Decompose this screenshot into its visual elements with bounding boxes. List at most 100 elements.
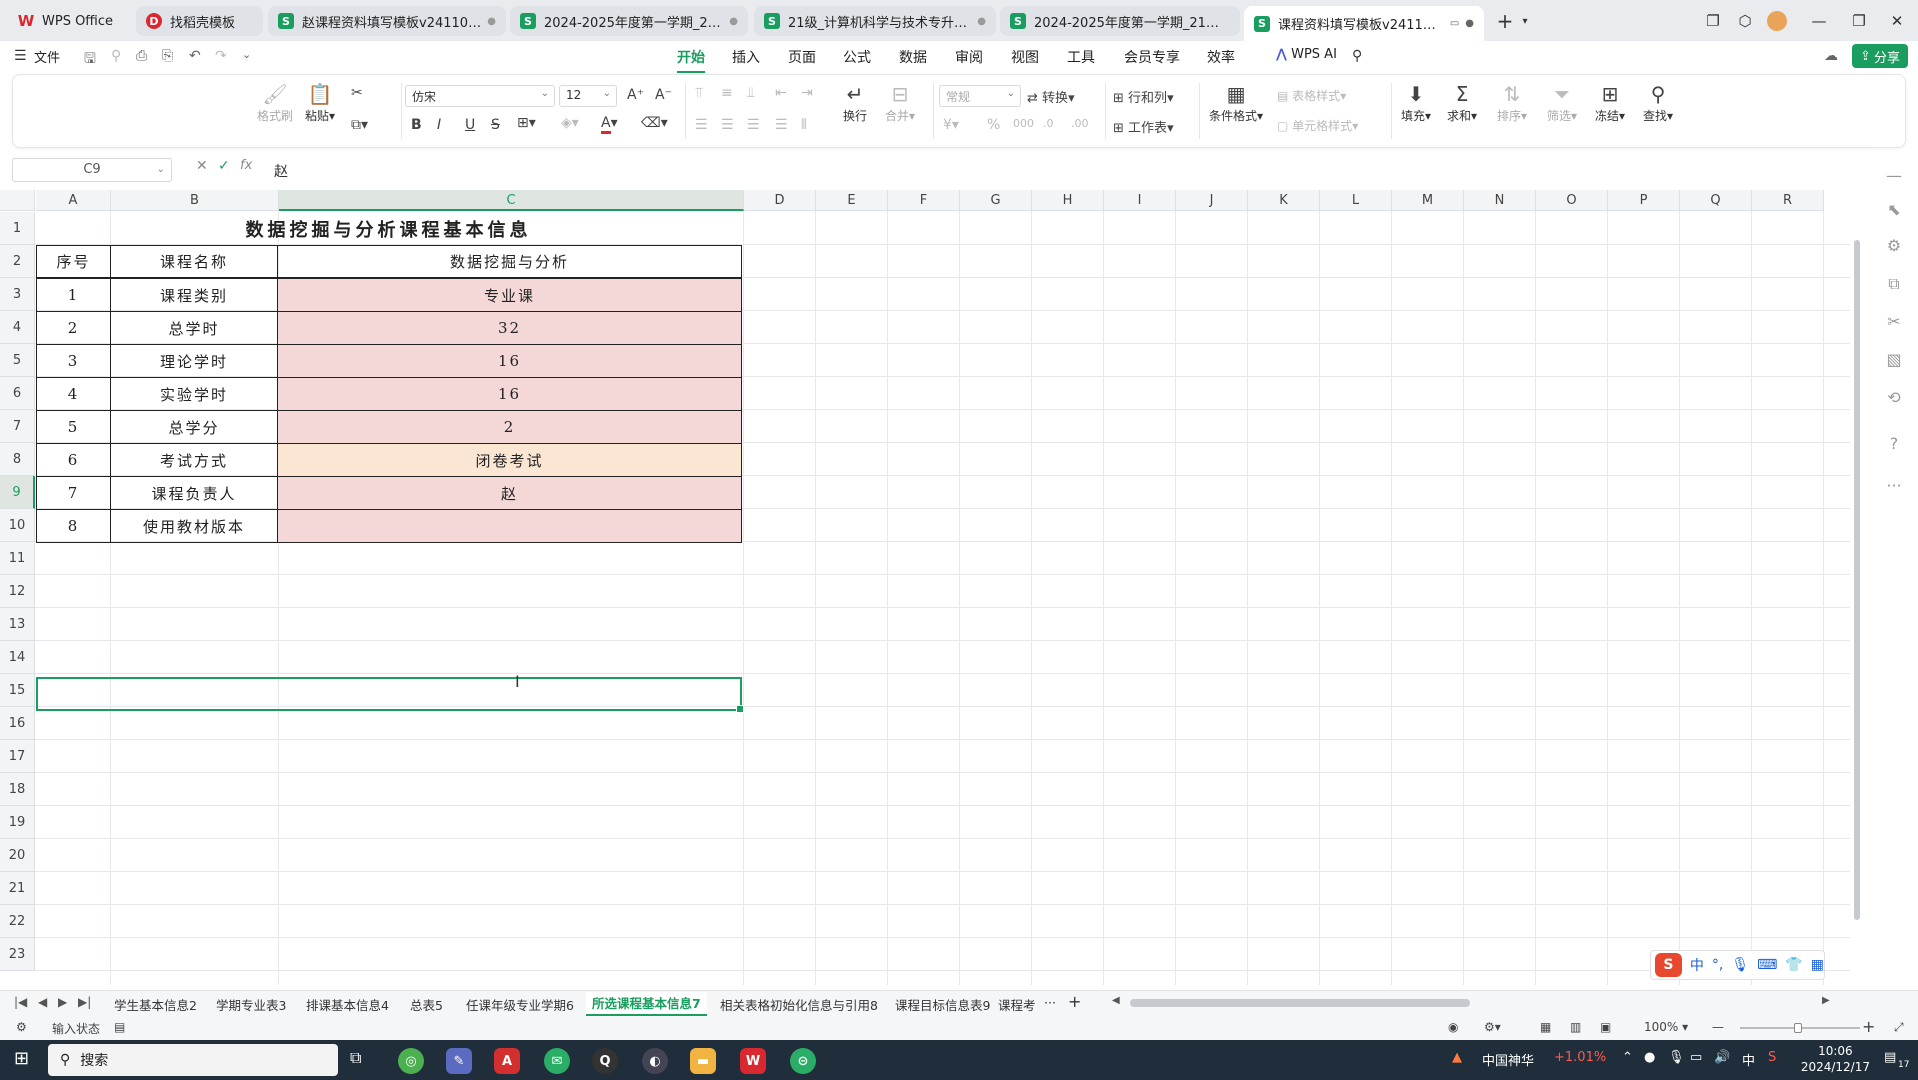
- sheet-tab[interactable]: 任课年级专业学期6: [466, 995, 574, 1014]
- align-top-icon[interactable]: ⫪: [695, 85, 703, 101]
- align-left-icon[interactable]: ☰: [695, 117, 708, 133]
- fill-button[interactable]: ⬇ 填充▾: [1401, 81, 1431, 124]
- row-header-14[interactable]: 14: [0, 641, 35, 674]
- column-header-c[interactable]: C: [279, 190, 744, 211]
- first-sheet-icon[interactable]: |◀: [14, 995, 27, 1009]
- next-sheet-icon[interactable]: ▶: [58, 995, 67, 1009]
- add-sheet-button[interactable]: +: [1068, 992, 1081, 1011]
- prev-sheet-icon[interactable]: ◀: [38, 995, 47, 1009]
- cell-field-name[interactable]: 考试方式: [110, 443, 278, 477]
- menu-file[interactable]: 文件: [34, 47, 60, 66]
- fill-color-icon[interactable]: ◈▾: [561, 115, 579, 131]
- wrap-text-button[interactable]: ↵ 换行: [843, 81, 867, 124]
- menu-efficiency[interactable]: 效率: [1207, 47, 1235, 67]
- column-header-i[interactable]: I: [1104, 190, 1176, 211]
- rows-cols-button[interactable]: ⊞ 行和列▾: [1113, 87, 1174, 106]
- help-icon[interactable]: ?: [1884, 434, 1904, 454]
- decrease-font-icon[interactable]: A⁻: [655, 87, 672, 103]
- indent-decrease-icon[interactable]: ⇤: [775, 85, 787, 101]
- vertical-scrollbar[interactable]: [1850, 210, 1864, 990]
- view-settings-icon[interactable]: ⚙▾: [1484, 1020, 1501, 1034]
- microphone-icon[interactable]: 🎙: [1731, 957, 1749, 973]
- row-header-22[interactable]: 22: [0, 905, 35, 938]
- scroll-left-icon[interactable]: ◀: [1112, 995, 1120, 1006]
- row-header-5[interactable]: 5: [0, 344, 35, 377]
- stock-name[interactable]: 中国神华: [1482, 1050, 1534, 1069]
- column-header-n[interactable]: N: [1464, 190, 1536, 211]
- notification-icon[interactable]: ▤: [1884, 1050, 1896, 1065]
- confirm-edit-icon[interactable]: ✓: [218, 158, 230, 174]
- freeze-button[interactable]: ⊞ 冻结▾: [1595, 81, 1625, 124]
- sheet-tab[interactable]: 排课基本信息4: [306, 995, 389, 1014]
- last-sheet-icon[interactable]: ▶|: [78, 995, 91, 1009]
- tab-document[interactable]: S 赵课程资料填写模板v241103.xlsm ●: [268, 6, 506, 36]
- row-header-16[interactable]: 16: [0, 707, 35, 740]
- more-options-icon[interactable]: ···: [1884, 476, 1904, 496]
- cell-field-value[interactable]: 32: [277, 311, 742, 345]
- page-break-view-icon[interactable]: ▣: [1600, 1020, 1611, 1034]
- qq-icon[interactable]: Q: [592, 1048, 618, 1074]
- stock-icon[interactable]: ▲: [1452, 1050, 1462, 1065]
- table-style-button[interactable]: ▤ 表格样式▾: [1277, 87, 1346, 104]
- settings-sliders-icon[interactable]: ⚙: [1884, 236, 1904, 256]
- undo-icon[interactable]: ↶: [189, 48, 201, 64]
- find-button[interactable]: ⚲ 查找▾: [1643, 81, 1673, 124]
- row-header-1[interactable]: 1: [0, 212, 35, 245]
- print-preview-icon[interactable]: ⎘: [162, 48, 173, 64]
- redo-icon[interactable]: ↷: [215, 48, 227, 64]
- column-header-g[interactable]: G: [960, 190, 1032, 211]
- align-center-icon[interactable]: ☰: [721, 117, 734, 133]
- zoom-slider[interactable]: [1740, 1023, 1860, 1033]
- eye-protection-icon[interactable]: ◉: [1448, 1020, 1458, 1034]
- column-header-a[interactable]: A: [36, 190, 111, 211]
- fullscreen-icon[interactable]: ⤢: [1894, 1020, 1904, 1035]
- header-course-value[interactable]: 数据挖掘与分析: [277, 245, 742, 278]
- cell-field-value[interactable]: 闭卷考试: [277, 443, 742, 477]
- close-icon[interactable]: ✕: [1884, 8, 1910, 34]
- sum-button[interactable]: Σ 求和▾: [1447, 81, 1477, 124]
- stock-change[interactable]: +1.01%: [1554, 1050, 1606, 1065]
- macro-icon[interactable]: ⚙: [16, 1020, 27, 1034]
- cell-field-value[interactable]: 16: [277, 377, 742, 411]
- tab-document[interactable]: S 21级_计算机科学与技术专升本_数 ●: [754, 6, 996, 36]
- skin-icon[interactable]: 👕: [1785, 957, 1802, 973]
- cell-seq[interactable]: 7: [36, 476, 111, 510]
- sheet-tab[interactable]: 课程目标信息表9: [895, 995, 990, 1014]
- minimize-icon[interactable]: —: [1806, 8, 1832, 34]
- cell-field-value[interactable]: 赵: [277, 476, 742, 510]
- strikethrough-icon[interactable]: S: [491, 117, 500, 133]
- avatar[interactable]: [1764, 8, 1790, 34]
- cell-field-name[interactable]: 总学分: [110, 410, 278, 444]
- comment-icon[interactable]: ⧉: [1884, 274, 1904, 294]
- column-header-o[interactable]: O: [1536, 190, 1608, 211]
- ime-punctuation[interactable]: °,: [1712, 957, 1723, 973]
- row-header-11[interactable]: 11: [0, 542, 35, 575]
- chrome-icon[interactable]: ◎: [398, 1048, 424, 1074]
- taskbar-search[interactable]: ⚲ 搜索: [48, 1044, 338, 1076]
- cell-field-name[interactable]: 理论学时: [110, 344, 278, 378]
- percent-icon[interactable]: %: [987, 117, 1000, 133]
- normal-view-icon[interactable]: ▦: [1540, 1020, 1551, 1034]
- row-header-19[interactable]: 19: [0, 806, 35, 839]
- microphone-icon[interactable]: 🎙: [1668, 1050, 1685, 1065]
- column-header-e[interactable]: E: [816, 190, 888, 211]
- cell-seq[interactable]: 2: [36, 311, 111, 345]
- spreadsheet-grid[interactable]: ABCDEFGHIJKLMNOPQR 1 2 3 4 5 6 7 8 9 10 11 12 13 14 15…: [0, 190, 1850, 985]
- cell-field-name[interactable]: 实验学时: [110, 377, 278, 411]
- wechat-icon[interactable]: ✉: [544, 1048, 570, 1074]
- wps-taskbar-icon[interactable]: W: [740, 1048, 766, 1074]
- horizontal-scroll-thumb[interactable]: [1130, 999, 1470, 1007]
- cell-field-value[interactable]: 16: [277, 344, 742, 378]
- font-color-icon[interactable]: A▾: [601, 115, 618, 134]
- increase-decimal-icon[interactable]: .0: [1043, 117, 1054, 130]
- sheet-tab[interactable]: 学生基本信息2: [114, 995, 197, 1014]
- zoom-out-button[interactable]: —: [1712, 1020, 1724, 1034]
- acrobat-icon[interactable]: A: [494, 1048, 520, 1074]
- menu-home[interactable]: 开始: [677, 47, 705, 73]
- name-box[interactable]: C9 ⌄: [12, 158, 172, 182]
- decrease-decimal-icon[interactable]: .00: [1071, 117, 1089, 130]
- column-header-r[interactable]: R: [1752, 190, 1824, 211]
- increase-font-icon[interactable]: A⁺: [627, 87, 644, 103]
- sogou-tray-icon[interactable]: S: [1768, 1050, 1776, 1065]
- cell-field-value[interactable]: 专业课: [277, 278, 742, 312]
